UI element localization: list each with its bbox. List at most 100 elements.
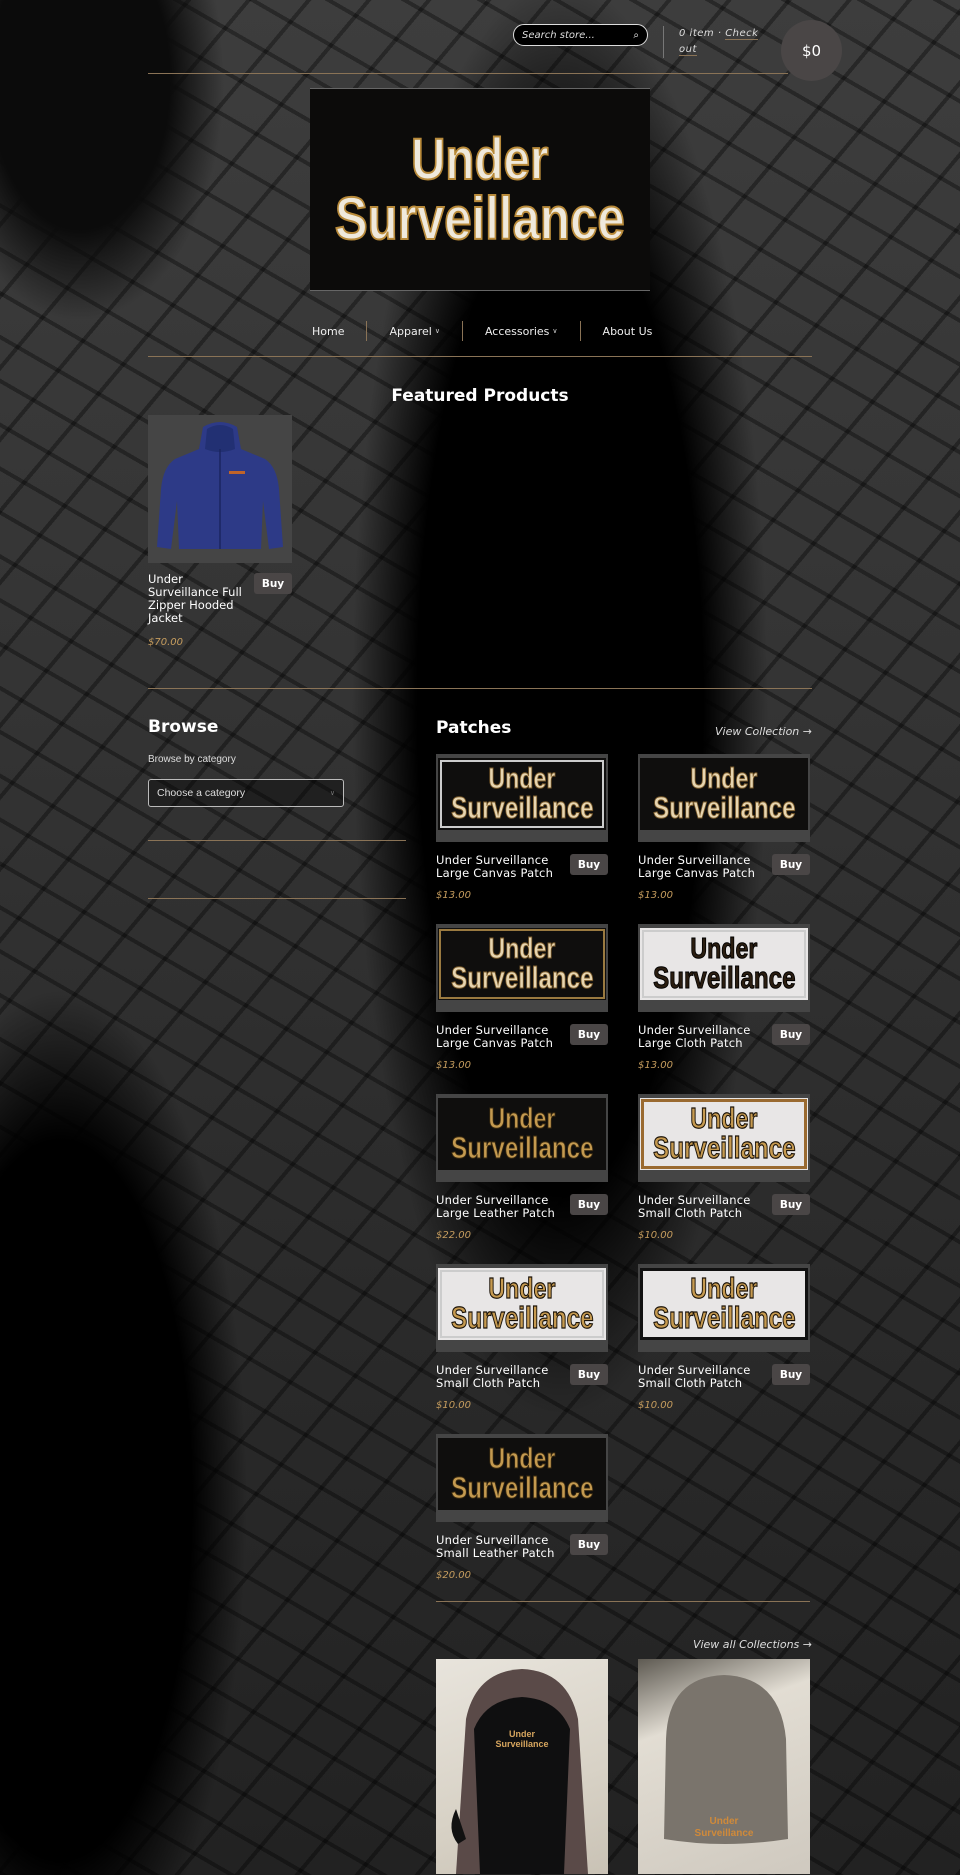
patch-text-line-2: Surveillance <box>450 1130 594 1166</box>
product-image[interactable]: Under Surveillance <box>436 754 608 842</box>
buy-button[interactable]: Buy <box>772 1194 810 1215</box>
collection-image-beanie[interactable]: Under Surveillance <box>638 1659 810 1874</box>
product-price: $13.00 <box>436 890 471 901</box>
product-image[interactable]: Under Surveillance <box>638 754 810 842</box>
patch-graphic: Under Surveillance <box>438 1438 606 1510</box>
embroidery-text: Under <box>710 1816 739 1827</box>
patch-text-line-1: Under <box>690 932 758 965</box>
product-name[interactable]: Under Surveillance Small Leather Patch <box>436 1534 566 1560</box>
patch-text-line-2: Surveillance <box>450 1470 594 1506</box>
header-divider <box>663 26 664 58</box>
product-name[interactable]: Under Surveillance Small Cloth Patch <box>436 1364 566 1390</box>
embroidery-text: Under <box>509 1729 536 1739</box>
buy-button[interactable]: Buy <box>570 1534 608 1555</box>
buy-button[interactable]: Buy <box>772 854 810 875</box>
collection-image-backpack[interactable]: Under Surveillance <box>436 1659 608 1874</box>
product-price: $10.00 <box>638 1400 673 1411</box>
patch-text-line-2: Surveillance <box>652 960 796 996</box>
buy-button[interactable]: Buy <box>570 854 608 875</box>
patch-text-line-2: Surveillance <box>450 790 594 826</box>
patch-text-line-1: Under <box>488 762 556 795</box>
product-name[interactable]: Under Surveillance Full Zipper Hooded Ja… <box>148 573 256 625</box>
patch-product-card: Under Surveillance Under Surveillance Smal… <box>436 1434 608 1581</box>
patch-graphic: Under Surveillance <box>640 928 808 1000</box>
product-image[interactable]: Under Surveillance <box>638 1264 810 1352</box>
product-image-hooded-jacket[interactable] <box>148 415 292 563</box>
search-icon[interactable]: ⌕ <box>633 30 639 41</box>
backpack-icon: Under Surveillance <box>451 1669 588 1874</box>
patch-text-line-2: Surveillance <box>652 1300 796 1336</box>
patch-product-card: Under Surveillance Under Surveillance Larg… <box>638 924 810 1071</box>
chevron-down-icon: ∨ <box>552 327 558 335</box>
cart-total: $0 <box>801 41 822 60</box>
featured-product-card: Under Surveillance Full Zipper Hooded Ja… <box>148 415 292 648</box>
buy-button[interactable]: Buy <box>772 1024 810 1045</box>
patch-product-card: Under Surveillance Under Surveillance Smal… <box>436 1264 608 1411</box>
patch-product-card: Under Surveillance Under Surveillance Smal… <box>638 1264 810 1411</box>
patch-text-line-1: Under <box>488 1272 556 1305</box>
product-name[interactable]: Under Surveillance Large Canvas Patch <box>638 854 768 880</box>
category-select-value: Choose a category <box>157 787 246 799</box>
patch-product-card: Under Surveillance Under Surveillance Larg… <box>436 1094 608 1241</box>
patch-graphic: Under Surveillance <box>438 758 606 830</box>
patch-product-card: Under Surveillance Under Surveillance Larg… <box>436 924 608 1071</box>
logo-line-2: Surveillance <box>334 184 626 252</box>
cart-summary: 0 item · Check out <box>679 26 759 58</box>
store-logo[interactable]: Under Surveillance <box>310 88 650 291</box>
buy-button[interactable]: Buy <box>772 1364 810 1385</box>
product-image[interactable]: Under Surveillance <box>638 924 810 1012</box>
patch-text-line-1: Under <box>690 1272 758 1305</box>
product-name[interactable]: Under Surveillance Small Cloth Patch <box>638 1194 768 1220</box>
header-divider-line <box>148 73 788 74</box>
product-image[interactable]: Under Surveillance <box>638 1094 810 1182</box>
product-image[interactable]: Under Surveillance <box>436 1434 608 1522</box>
cart-separator: · <box>717 28 722 39</box>
view-all-collections-link[interactable]: View all Collections → <box>600 1638 812 1651</box>
product-image[interactable]: Under Surveillance <box>436 924 608 1012</box>
search-input[interactable]: Search store... ⌕ <box>513 24 648 46</box>
patch-text-line-1: Under <box>488 932 556 965</box>
patch-text-line-1: Under <box>690 1102 758 1135</box>
category-select[interactable]: Choose a category ∨ <box>148 779 344 807</box>
chevron-down-icon: ∨ <box>434 327 440 335</box>
nav-item-about-us[interactable]: About Us <box>581 325 675 338</box>
patch-graphic: Under Surveillance <box>640 1268 808 1340</box>
product-price: $13.00 <box>638 1060 673 1071</box>
buy-button[interactable]: Buy <box>570 1364 608 1385</box>
nav-divider-line <box>148 356 812 357</box>
patch-text-line-1: Under <box>488 1442 556 1475</box>
product-name[interactable]: Under Surveillance Large Leather Patch <box>436 1194 566 1220</box>
patch-graphic: Under Surveillance <box>438 1268 606 1340</box>
patch-text-line-2: Surveillance <box>652 790 796 826</box>
nav-label: Apparel <box>389 324 432 338</box>
nav-item-apparel[interactable]: Apparel ∨ <box>367 325 461 338</box>
patch-product-card: Under Surveillance Under Surveillance Larg… <box>638 754 810 901</box>
patch-product-card: Under Surveillance Under Surveillance Smal… <box>638 1094 810 1241</box>
patch-product-card: Under Surveillance Under Surveillance Larg… <box>436 754 608 901</box>
section-divider-line <box>436 1601 810 1602</box>
cart-total-button[interactable]: $0 <box>781 20 842 81</box>
browse-title: Browse <box>148 717 219 737</box>
product-price: $22.00 <box>436 1230 471 1241</box>
sidebar-divider-line <box>148 898 406 899</box>
patch-text-line-1: Under <box>690 762 758 795</box>
buy-button[interactable]: Buy <box>254 573 292 594</box>
buy-button[interactable]: Buy <box>570 1194 608 1215</box>
product-image[interactable]: Under Surveillance <box>436 1094 608 1182</box>
embroidery-text: Surveillance <box>495 1739 548 1749</box>
product-name[interactable]: Under Surveillance Large Cloth Patch <box>638 1024 768 1050</box>
product-image[interactable]: Under Surveillance <box>436 1264 608 1352</box>
product-name[interactable]: Under Surveillance Large Canvas Patch <box>436 854 566 880</box>
product-name[interactable]: Under Surveillance Large Canvas Patch <box>436 1024 566 1050</box>
view-collection-link[interactable]: View Collection → <box>640 725 812 738</box>
sidebar-divider-line <box>148 840 406 841</box>
product-name[interactable]: Under Surveillance Small Cloth Patch <box>638 1364 768 1390</box>
nav-item-accessories[interactable]: Accessories ∨ <box>463 325 580 338</box>
product-price: $10.00 <box>638 1230 673 1241</box>
patches-title: Patches <box>436 718 512 738</box>
product-price: $13.00 <box>638 890 673 901</box>
buy-button[interactable]: Buy <box>570 1024 608 1045</box>
featured-title: Featured Products <box>391 386 569 406</box>
nav-item-home[interactable]: Home <box>290 325 366 338</box>
jacket-icon <box>157 422 283 549</box>
